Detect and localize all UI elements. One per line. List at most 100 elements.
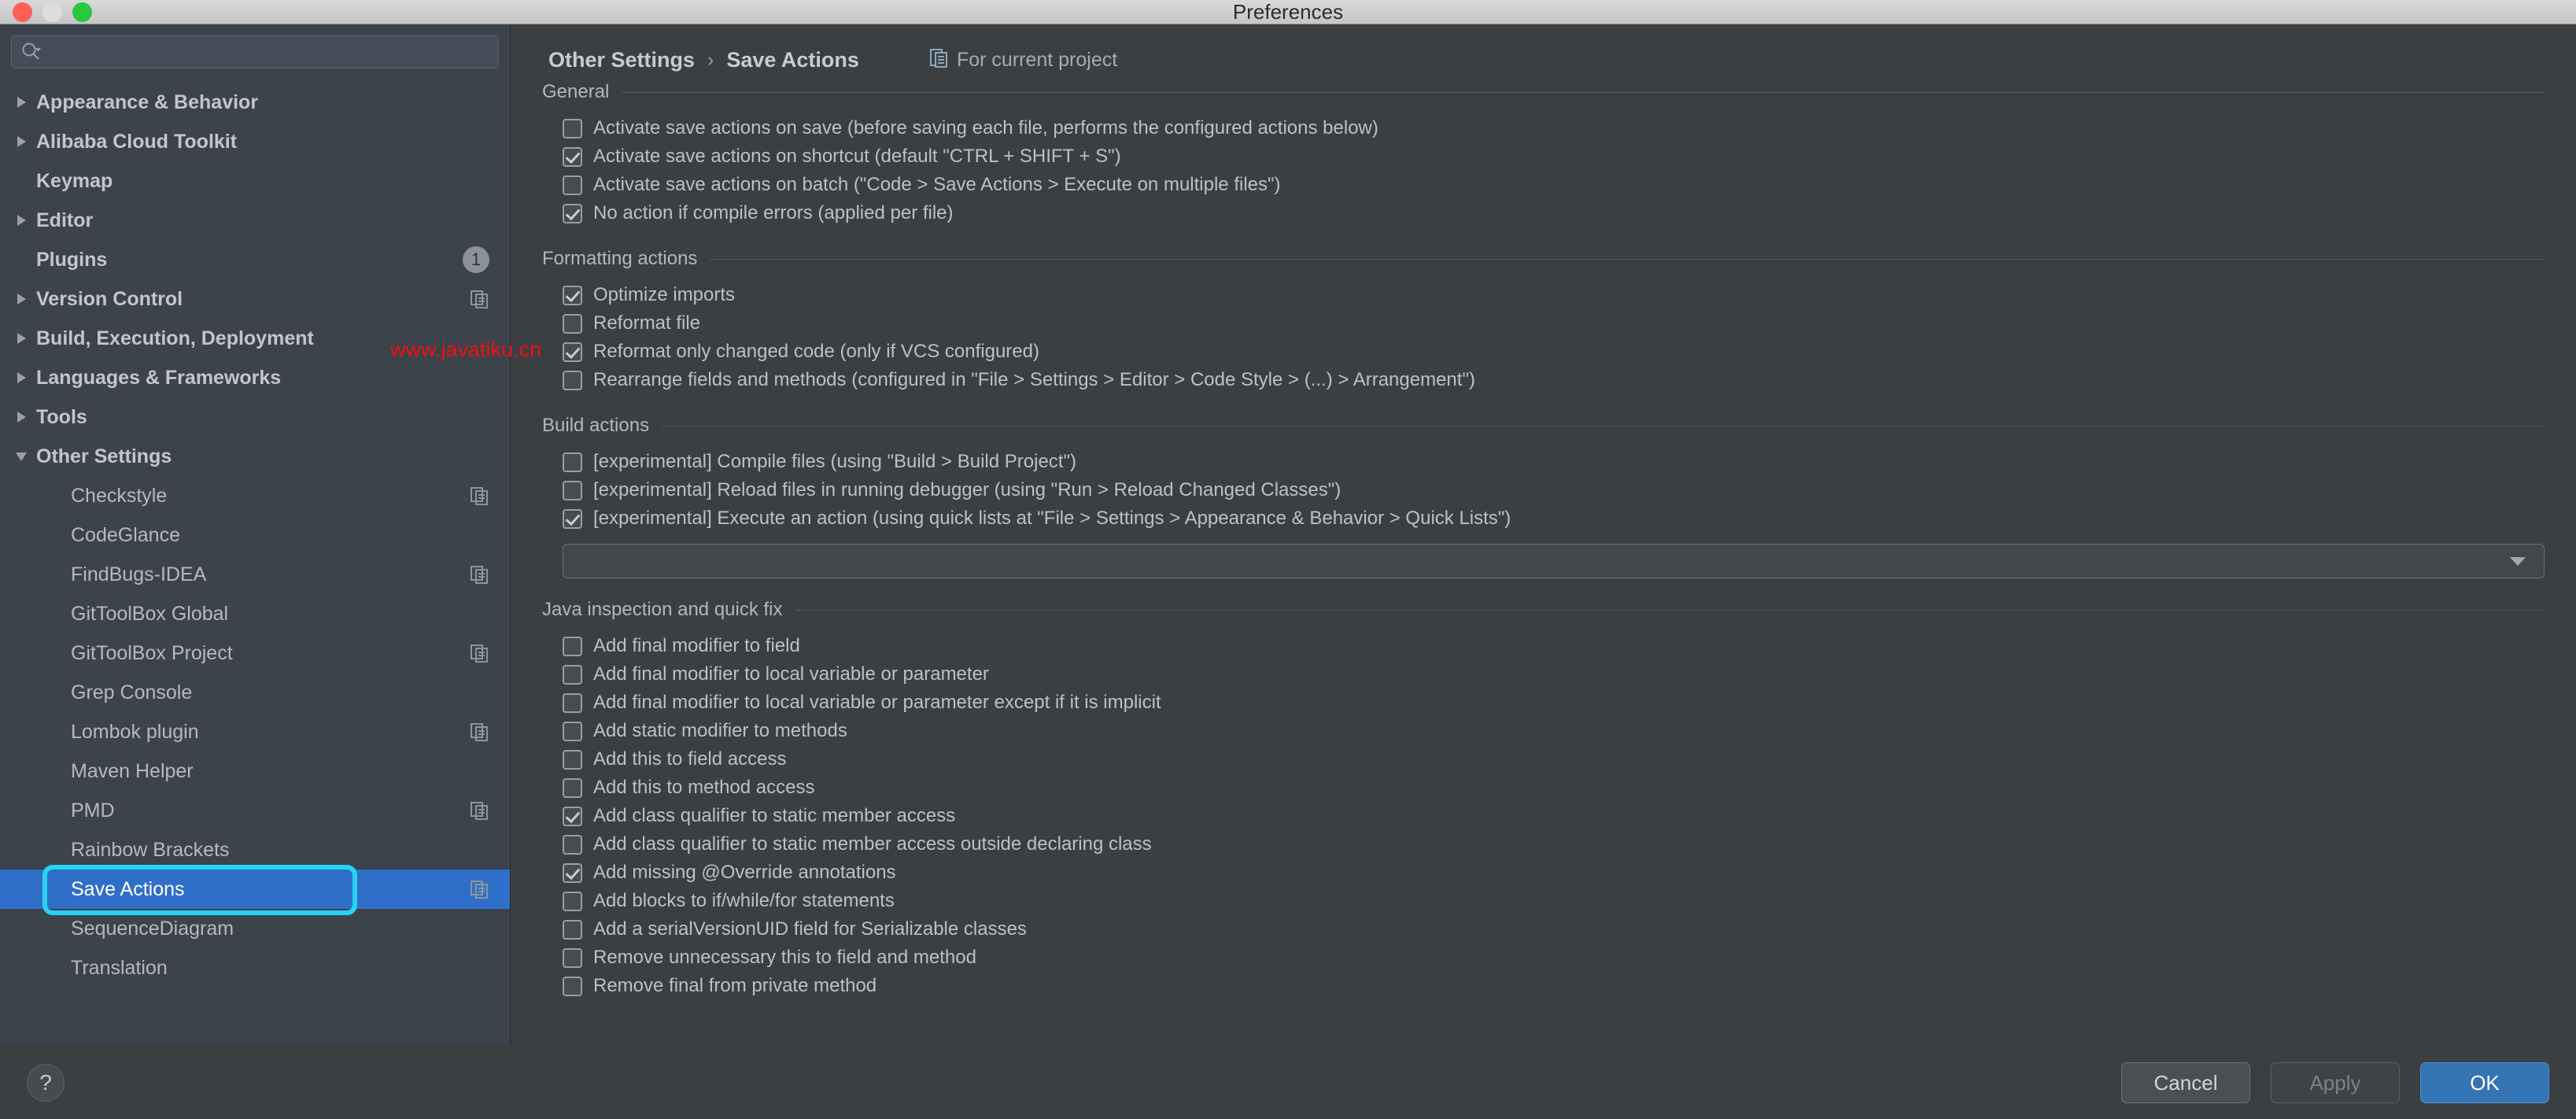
checkbox-unchecked-icon[interactable] xyxy=(563,452,582,472)
checkbox-row[interactable]: Rearrange fields and methods (configured… xyxy=(563,366,2545,394)
chevron-down-icon[interactable] xyxy=(2509,556,2526,567)
sidebar-item-save-actions[interactable]: Save Actions xyxy=(0,870,510,909)
sidebar-item-tools[interactable]: Tools xyxy=(0,397,510,437)
checkbox-checked-icon[interactable] xyxy=(563,807,582,826)
sidebar-item-build-execution-deployment[interactable]: Build, Execution, Deployment xyxy=(0,319,510,358)
chevron-down-icon[interactable] xyxy=(11,446,31,467)
sidebar-item-version-control[interactable]: Version Control xyxy=(0,279,510,319)
checkbox-row[interactable]: Add final modifier to field xyxy=(563,632,2545,660)
sidebar-item-editor[interactable]: Editor xyxy=(0,201,510,240)
checkbox-row[interactable]: No action if compile errors (applied per… xyxy=(563,199,2545,227)
chevron-right-icon[interactable] xyxy=(11,407,31,427)
checkbox-row[interactable]: Add class qualifier to static member acc… xyxy=(563,830,2545,859)
sidebar-item-alibaba-cloud-toolkit[interactable]: Alibaba Cloud Toolkit xyxy=(0,122,510,161)
checkbox-unchecked-icon[interactable] xyxy=(563,481,582,500)
checkbox-row[interactable]: Add a serialVersionUID field for Seriali… xyxy=(563,915,2545,944)
sidebar-item-appearance-behavior[interactable]: Appearance & Behavior xyxy=(0,83,510,122)
checkbox-unchecked-icon[interactable] xyxy=(563,119,582,138)
sidebar-item-lombok-plugin[interactable]: Lombok plugin xyxy=(0,712,510,752)
checkbox-checked-icon[interactable] xyxy=(563,286,582,305)
checkbox-label: Add class qualifier to static member acc… xyxy=(593,805,955,827)
checkbox-unchecked-icon[interactable] xyxy=(563,637,582,656)
checkbox-row[interactable]: Activate save actions on batch ("Code > … xyxy=(563,171,2545,199)
checkbox-unchecked-icon[interactable] xyxy=(563,175,582,195)
checkbox-unchecked-icon[interactable] xyxy=(563,920,582,940)
chevron-right-icon[interactable] xyxy=(11,210,31,231)
checkbox-row[interactable]: Reformat only changed code (only if VCS … xyxy=(563,338,2545,366)
save-actions-panel: GeneralActivate save actions on save (be… xyxy=(511,61,2576,1046)
chevron-right-icon[interactable] xyxy=(11,131,31,152)
checkbox-unchecked-icon[interactable] xyxy=(563,693,582,713)
checkbox-row[interactable]: Add this to field access xyxy=(563,745,2545,774)
checkbox-row[interactable]: Optimize imports xyxy=(563,281,2545,309)
search-box[interactable] xyxy=(11,35,499,68)
sidebar-item-keymap[interactable]: Keymap xyxy=(0,161,510,201)
sidebar-item-grep-console[interactable]: Grep Console xyxy=(0,673,510,712)
apply-button[interactable]: Apply xyxy=(2271,1062,2400,1103)
checkbox-unchecked-icon[interactable] xyxy=(563,314,582,334)
checkbox-checked-icon[interactable] xyxy=(563,342,582,362)
checkbox-row[interactable]: Add static modifier to methods xyxy=(563,717,2545,745)
sidebar-item-rainbow-brackets[interactable]: Rainbow Brackets xyxy=(0,830,510,870)
checkbox-label: Add this to method access xyxy=(593,777,814,799)
checkbox-row[interactable]: Activate save actions on shortcut (defau… xyxy=(563,142,2545,171)
copy-settings-icon[interactable] xyxy=(469,643,489,663)
settings-tree[interactable]: Appearance & BehaviorAlibaba Cloud Toolk… xyxy=(0,76,510,1046)
checkbox-row[interactable]: Remove final from private method xyxy=(563,972,2545,1000)
sidebar-item-plugins[interactable]: Plugins1 xyxy=(0,240,510,279)
checkbox-row[interactable]: Reformat file xyxy=(563,309,2545,338)
sidebar-item-gittoolbox-global[interactable]: GitToolBox Global xyxy=(0,594,510,633)
checkbox-unchecked-icon[interactable] xyxy=(563,665,582,685)
checkbox-row[interactable]: [experimental] Reload files in running d… xyxy=(563,476,2545,504)
sidebar-item-codeglance[interactable]: CodeGlance xyxy=(0,515,510,555)
quick-list-dropdown[interactable] xyxy=(563,544,2545,578)
checkbox-row[interactable]: Activate save actions on save (before sa… xyxy=(563,114,2545,142)
sidebar-item-sequencediagram[interactable]: SequenceDiagram xyxy=(0,909,510,948)
sidebar-item-other-settings[interactable]: Other Settings xyxy=(0,437,510,476)
checkbox-unchecked-icon[interactable] xyxy=(563,722,582,741)
copy-settings-icon[interactable] xyxy=(469,879,489,899)
sidebar-item-gittoolbox-project[interactable]: GitToolBox Project xyxy=(0,633,510,673)
checkbox-unchecked-icon[interactable] xyxy=(563,892,582,911)
sidebar-item-checkstyle[interactable]: Checkstyle xyxy=(0,476,510,515)
cancel-button[interactable]: Cancel xyxy=(2121,1062,2250,1103)
chevron-right-icon[interactable] xyxy=(11,367,31,388)
chevron-right-icon[interactable] xyxy=(11,328,31,349)
checkbox-unchecked-icon[interactable] xyxy=(563,778,582,798)
checkbox-row[interactable]: Add blocks to if/while/for statements xyxy=(563,887,2545,915)
search-input[interactable] xyxy=(46,41,489,63)
checkbox-row[interactable]: Remove unnecessary this to field and met… xyxy=(563,944,2545,972)
checkbox-unchecked-icon[interactable] xyxy=(563,977,582,996)
sidebar-item-findbugs-idea[interactable]: FindBugs-IDEA xyxy=(0,555,510,594)
checkbox-checked-icon[interactable] xyxy=(563,204,582,223)
chevron-right-icon[interactable] xyxy=(11,289,31,309)
sidebar-item-pmd[interactable]: PMD xyxy=(0,791,510,830)
checkbox-row[interactable]: [experimental] Execute an action (using … xyxy=(563,504,2545,533)
sidebar-item-translation[interactable]: Translation xyxy=(0,948,510,988)
checkbox-checked-icon[interactable] xyxy=(563,509,582,529)
checkbox-unchecked-icon[interactable] xyxy=(563,750,582,770)
copy-settings-icon[interactable] xyxy=(469,722,489,742)
checkbox-row[interactable]: Add final modifier to local variable or … xyxy=(563,660,2545,689)
checkbox-row[interactable]: Add final modifier to local variable or … xyxy=(563,689,2545,717)
checkbox-row[interactable]: [experimental] Compile files (using "Bui… xyxy=(563,448,2545,476)
copy-settings-icon[interactable] xyxy=(469,564,489,585)
tree-indent xyxy=(11,722,31,742)
checkbox-unchecked-icon[interactable] xyxy=(563,835,582,855)
checkbox-unchecked-icon[interactable] xyxy=(563,371,582,390)
checkbox-checked-icon[interactable] xyxy=(563,147,582,167)
chevron-right-icon[interactable] xyxy=(11,92,31,113)
checkbox-checked-icon[interactable] xyxy=(563,863,582,883)
checkbox-row[interactable]: Add class qualifier to static member acc… xyxy=(563,802,2545,830)
sidebar-item-maven-helper[interactable]: Maven Helper xyxy=(0,752,510,791)
sidebar-item-adornment xyxy=(469,800,489,821)
checkbox-row[interactable]: Add missing @Override annotations xyxy=(563,859,2545,887)
copy-settings-icon[interactable] xyxy=(469,289,489,309)
checkbox-unchecked-icon[interactable] xyxy=(563,948,582,968)
copy-settings-icon[interactable] xyxy=(469,486,489,506)
ok-button[interactable]: OK xyxy=(2420,1062,2549,1103)
sidebar-item-languages-frameworks[interactable]: Languages & Frameworks xyxy=(0,358,510,397)
copy-settings-icon[interactable] xyxy=(469,800,489,821)
checkbox-row[interactable]: Add this to method access xyxy=(563,774,2545,802)
help-button[interactable]: ? xyxy=(27,1064,65,1102)
